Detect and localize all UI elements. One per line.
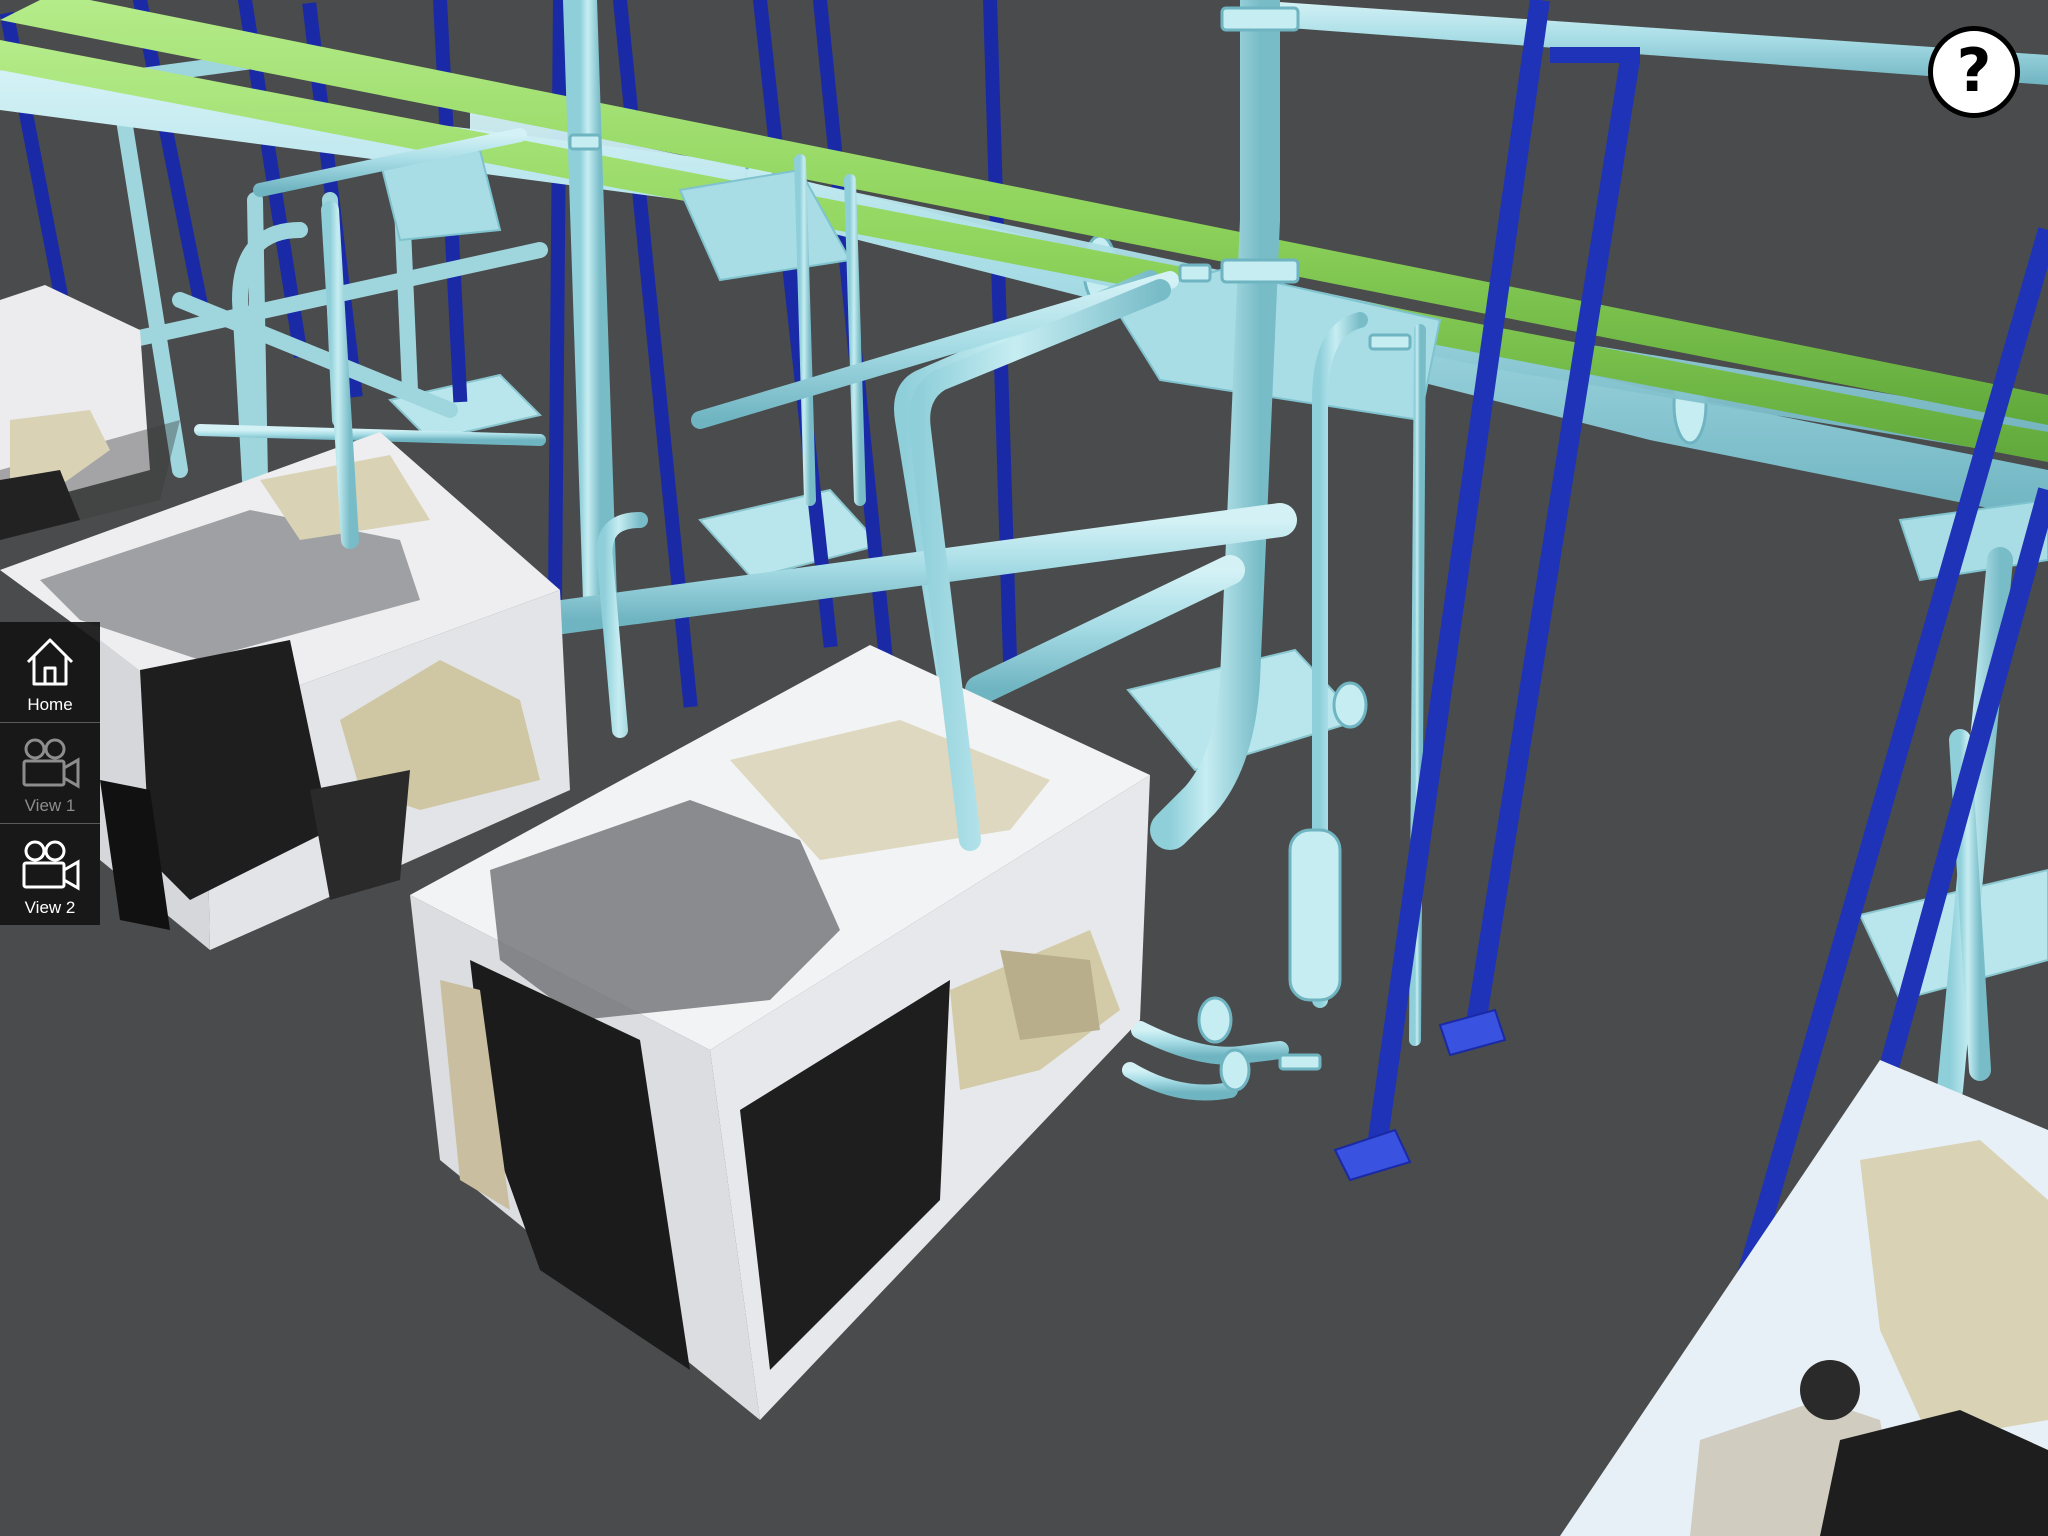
- chiller-unit-4[interactable]: [1560, 1060, 2048, 1536]
- nav-home-button[interactable]: Home: [0, 622, 100, 723]
- plant-3d-scene[interactable]: [0, 0, 2048, 1536]
- nav-home-label: Home: [27, 695, 73, 714]
- nav-view2-button[interactable]: View 2: [0, 824, 100, 925]
- home-icon: [26, 638, 74, 686]
- camera-icon: [22, 840, 80, 891]
- 3d-viewport[interactable]: Home View 1 View 2 ?: [0, 0, 2048, 1536]
- nav-view1-button[interactable]: View 1: [0, 723, 100, 824]
- camera-icon: [22, 738, 80, 789]
- help-icon: ?: [1956, 36, 1992, 106]
- nav-view2-label: View 2: [24, 898, 76, 917]
- camera-view-nav: Home View 1 View 2: [0, 622, 100, 925]
- nav-view1-label: View 1: [24, 796, 76, 815]
- help-button[interactable]: ?: [1928, 26, 2020, 118]
